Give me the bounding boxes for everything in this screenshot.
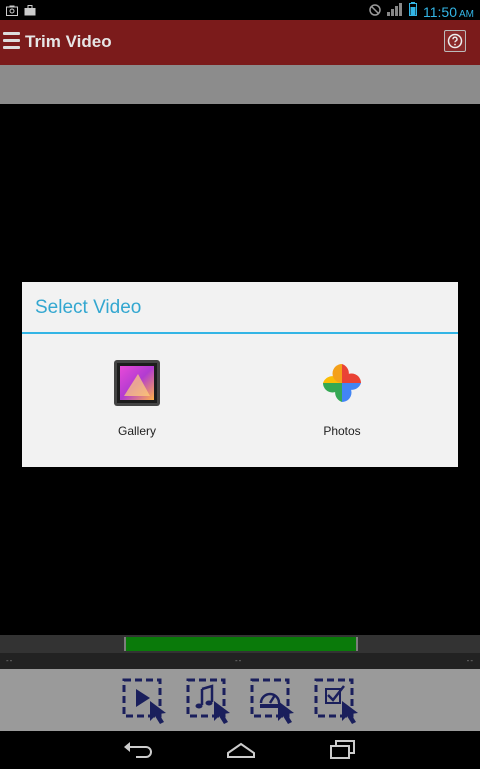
briefcase-icon — [24, 3, 36, 21]
hamburger-menu-icon[interactable] — [3, 32, 20, 50]
signal-icon — [387, 2, 403, 21]
start-time-label: -- — [6, 656, 14, 665]
screenshot-icon — [6, 3, 18, 21]
save-check-button[interactable] — [314, 677, 362, 725]
music-icon — [186, 678, 236, 729]
trim-timeline[interactable] — [0, 635, 480, 653]
status-bar: 11:50 AM — [0, 0, 480, 20]
battery-icon — [409, 2, 417, 21]
page-title: Trim Video — [25, 32, 112, 51]
blocked-icon — [369, 3, 381, 21]
back-icon — [122, 742, 152, 763]
gallery-label: Gallery — [117, 424, 156, 438]
end-time-label: -- — [466, 656, 474, 665]
speed-button[interactable] — [250, 677, 298, 725]
home-button[interactable] — [226, 739, 256, 761]
gallery-option[interactable]: Gallery — [62, 360, 212, 438]
mid-time-label: -- — [235, 656, 243, 665]
back-button[interactable] — [122, 739, 152, 761]
timeline-labels: -- -- -- — [0, 653, 480, 669]
dialog-divider — [22, 332, 458, 334]
system-nav-bar — [0, 731, 480, 769]
select-video-dialog: Select Video Gallery Photos — [22, 282, 458, 467]
speed-icon — [250, 678, 300, 729]
help-icon[interactable] — [444, 30, 466, 52]
trim-play-button[interactable] — [122, 677, 170, 725]
status-clock: 11:50 AM — [423, 3, 474, 20]
recents-icon — [328, 740, 358, 763]
bottom-toolbar — [0, 669, 480, 731]
google-photos-icon — [319, 360, 365, 406]
app-bar: Trim Video — [0, 20, 480, 65]
music-button[interactable] — [186, 677, 234, 725]
photos-label: Photos — [323, 424, 361, 438]
recents-button[interactable] — [328, 739, 358, 761]
trim-play-icon — [122, 678, 172, 729]
gallery-icon — [114, 360, 160, 406]
video-header-strip — [0, 65, 480, 104]
save-check-icon — [314, 678, 364, 729]
home-icon — [226, 742, 256, 763]
trim-selection-range[interactable] — [124, 637, 358, 651]
dialog-title: Select Video — [35, 297, 142, 318]
photos-option[interactable]: Photos — [267, 360, 417, 438]
